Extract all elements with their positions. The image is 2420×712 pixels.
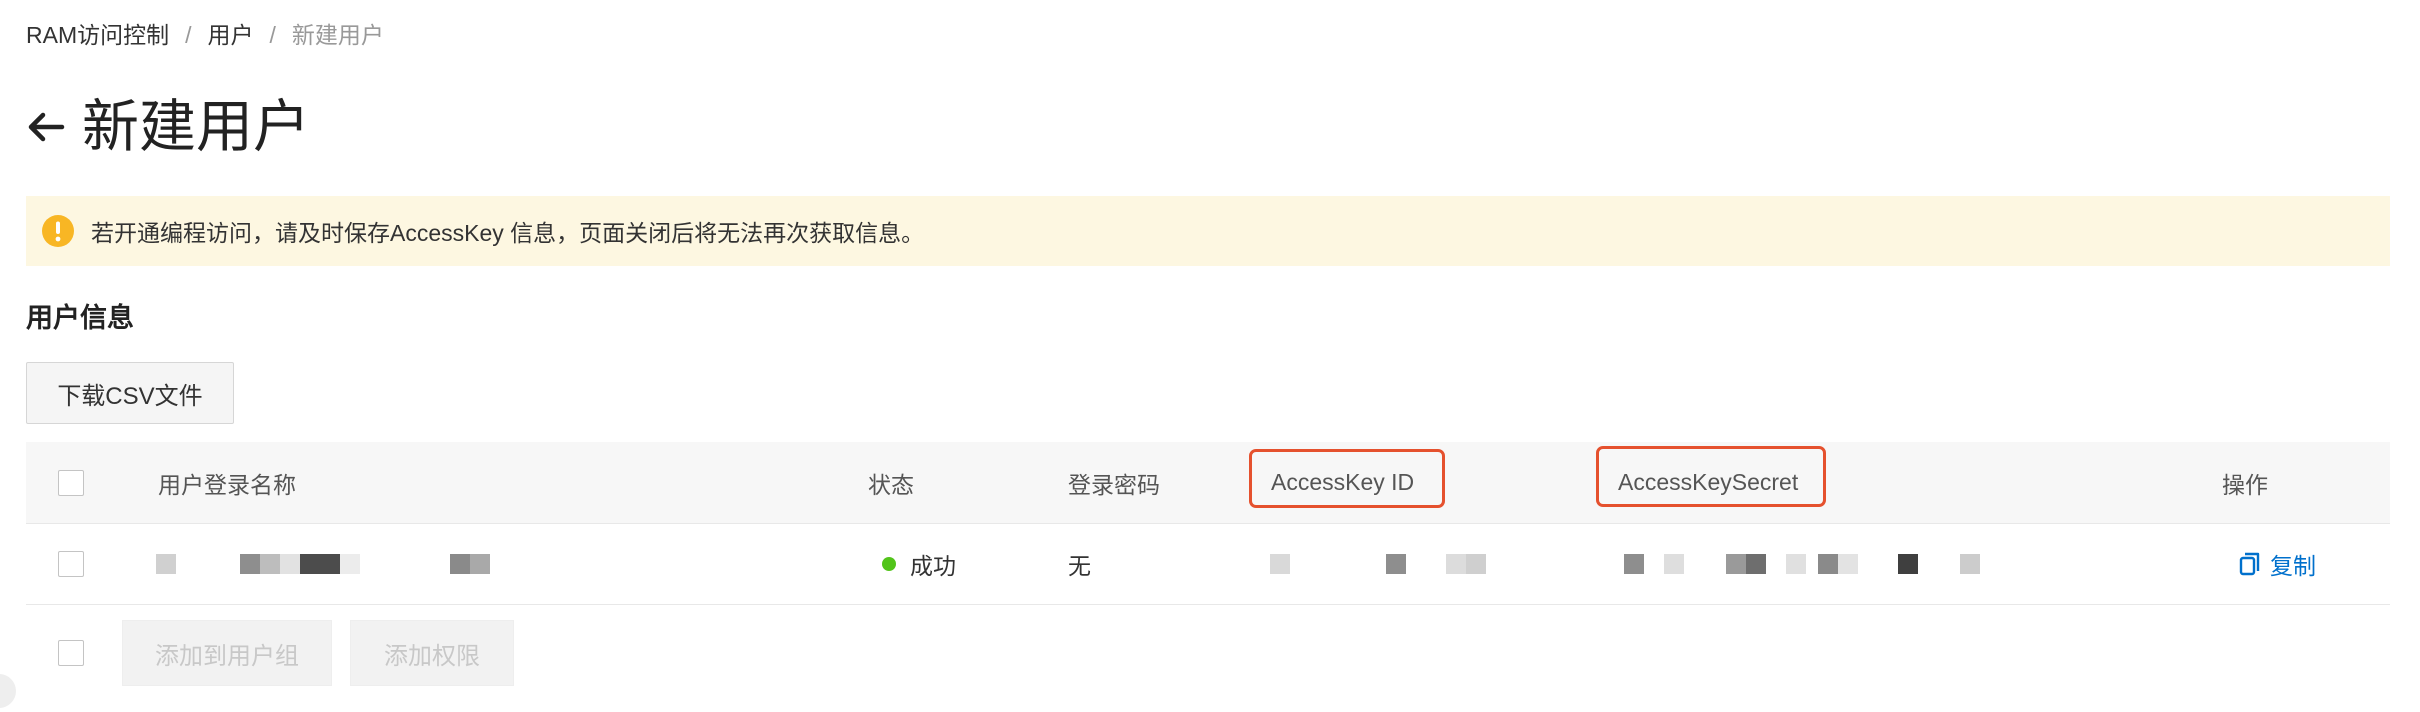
edge-shadow [0, 674, 16, 708]
select-all-checkbox[interactable] [58, 469, 84, 496]
table-row: 成功 无 复制 [26, 524, 2390, 605]
copy-link[interactable]: 复制 [2238, 547, 2316, 581]
row-checkbox-cell [58, 524, 84, 604]
breadcrumb-item-ram[interactable]: RAM访问控制 [26, 18, 169, 52]
download-csv-button[interactable]: 下载CSV文件 [26, 362, 234, 424]
copy-icon [2239, 552, 2260, 576]
arrow-left-icon [28, 112, 65, 142]
column-password: 登录密码 [1068, 471, 1160, 498]
warning-alert: 若开通编程访问，请及时保存AccessKey 信息，页面关闭后将无法再次获取信息… [26, 196, 2390, 266]
breadcrumb-item-users[interactable]: 用户 [208, 18, 254, 52]
breadcrumb-separator: / [269, 22, 276, 48]
column-actions: 操作 [2222, 471, 2268, 498]
access-key-secret-redacted [1624, 544, 2044, 584]
status-text: 成功 [910, 553, 956, 579]
section-title: 用户信息 [26, 303, 134, 333]
login-name-redacted [156, 544, 556, 584]
breadcrumb: RAM访问控制 / 用户 / 新建用户 [26, 18, 384, 52]
alert-message: 若开通编程访问，请及时保存AccessKey 信息，页面关闭后将无法再次获取信息… [91, 220, 925, 246]
access-key-id-highlight [1249, 449, 1445, 508]
status-cell: 成功 [882, 524, 956, 604]
copy-link-label[interactable]: 复制 [2270, 547, 2316, 581]
column-status: 状态 [868, 471, 914, 498]
batch-actions-bar: 添加到用户组 添加权限 [26, 620, 726, 688]
status-success-dot [882, 557, 896, 571]
warning-icon [42, 215, 74, 247]
breadcrumb-separator: / [185, 22, 192, 48]
actions-cell: 复制 [2238, 524, 2316, 604]
access-key-id-redacted [1270, 544, 1550, 584]
table-header: 用户登录名称 状态 登录密码 AccessKey ID AccessKeySec… [26, 442, 2390, 524]
page-title: 新建用户 [82, 95, 310, 159]
access-key-secret-highlight [1596, 446, 1826, 507]
breadcrumb-item-current: 新建用户 [291, 22, 384, 48]
header-checkbox-cell [58, 442, 84, 523]
column-login-name: 用户登录名称 [158, 471, 296, 498]
back-button[interactable] [24, 105, 68, 149]
password-cell: 无 [1068, 553, 1091, 579]
row-checkbox[interactable] [58, 551, 84, 577]
page-header: 新建用户 [24, 90, 310, 164]
add-to-group-button[interactable]: 添加到用户组 [122, 620, 332, 686]
footer-select-all-checkbox[interactable] [58, 640, 84, 666]
add-permission-button[interactable]: 添加权限 [350, 620, 514, 686]
